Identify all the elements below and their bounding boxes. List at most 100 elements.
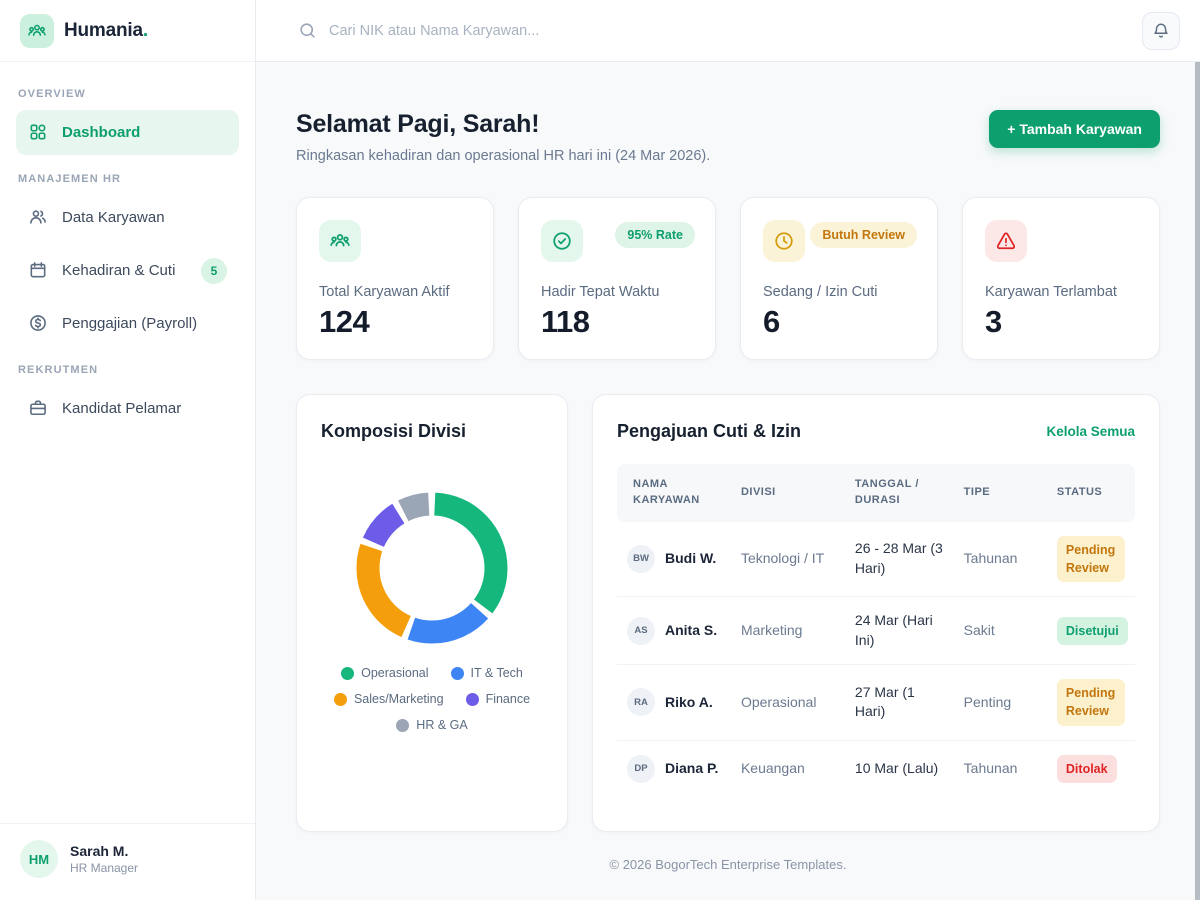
sidebar-item-dashboard[interactable]: Dashboard (16, 110, 239, 155)
bell-icon (1152, 22, 1170, 40)
clock-icon (763, 220, 805, 262)
stat-value: 6 (763, 304, 915, 340)
stat-value: 3 (985, 304, 1137, 340)
page-subtitle: Ringkasan kehadiran dan operasional HR h… (296, 148, 710, 164)
employee-name: Diana P. (665, 759, 718, 779)
search-icon (298, 21, 317, 40)
sidebar-item-label: Penggajian (Payroll) (62, 312, 227, 335)
stat-value: 118 (541, 304, 693, 340)
sidebar-item-data-karyawan[interactable]: Data Karyawan (16, 195, 239, 240)
column-header: TANGGAL / DURASI (845, 464, 954, 522)
table-row: RA Riko A. Operasional 27 Mar (1 Hari) P… (617, 665, 1135, 740)
sidebar-item-label: Kandidat Pelamar (62, 397, 227, 420)
division-cell: Teknologi / IT (731, 522, 845, 597)
table-row: BW Budi W. Teknologi / IT 26 - 28 Mar (3… (617, 522, 1135, 597)
briefcase-icon (28, 398, 49, 419)
nav-section-label: REKRUTMEN (18, 364, 237, 376)
column-header: STATUS (1047, 464, 1135, 522)
legend-item-sales-marketing: Sales/Marketing (334, 692, 444, 706)
type-cell: Penting (954, 665, 1047, 740)
user-name: Sarah M. (70, 843, 138, 859)
employee-name: Budi W. (665, 549, 716, 569)
people-group-icon (319, 220, 361, 262)
add-employee-button[interactable]: + Tambah Karyawan (989, 110, 1160, 148)
sidebar-item-kandidat-pelamar[interactable]: Kandidat Pelamar (16, 386, 239, 431)
brand-name: Humania. (64, 20, 148, 42)
legend-label: Finance (486, 692, 530, 706)
date-duration-cell: 24 Mar (Hari Ini) (845, 597, 954, 665)
brand-logo: Humania. (0, 0, 255, 62)
sidebar-item-kehadiran-cuti[interactable]: Kehadiran & Cuti5 (16, 247, 239, 295)
stat-value: 124 (319, 304, 471, 340)
type-cell: Tahunan (954, 740, 1047, 797)
sidebar: Humania. OVERVIEW Dashboard MANAJEMEN HR … (0, 0, 256, 900)
legend-label: IT & Tech (471, 666, 523, 680)
stat-label: Sedang / Izin Cuti (763, 284, 915, 300)
chart-legend: Operasional IT & Tech Sales/Marketing Finan… (321, 666, 543, 732)
stat-label: Karyawan Terlambat (985, 284, 1137, 300)
sidebar-nav: OVERVIEW Dashboard MANAJEMEN HR Data Kary… (0, 62, 255, 823)
brand-people-icon (20, 14, 54, 48)
legend-item-hr-ga: HR & GA (396, 718, 467, 732)
page-title: Selamat Pagi, Sarah! (296, 110, 710, 139)
sidebar-item-label: Kehadiran & Cuti (62, 259, 188, 282)
stat-card-hadir-tepat-waktu: 95% Rate Hadir Tepat Waktu 118 (518, 197, 716, 360)
employee-avatar: RA (627, 688, 655, 716)
table-row: DP Diana P. Keuangan 10 Mar (Lalu) Tahun… (617, 740, 1135, 797)
division-composition-card: Komposisi Divisi Operasional IT & Tech Sal… (296, 394, 568, 832)
employee-avatar: AS (627, 617, 655, 645)
type-cell: Tahunan (954, 522, 1047, 597)
legend-color-dot (451, 667, 464, 680)
employee-avatar: DP (627, 755, 655, 783)
type-cell: Sakit (954, 597, 1047, 665)
users-icon (28, 207, 49, 228)
check-circle-icon (541, 220, 583, 262)
column-header: TIPE (954, 464, 1047, 522)
notifications-button[interactable] (1142, 12, 1180, 50)
column-header: NAMA KARYAWAN (617, 464, 731, 522)
calendar-icon (28, 260, 49, 281)
sidebar-user[interactable]: HM Sarah M. HR Manager (0, 823, 255, 900)
sidebar-item-label: Dashboard (62, 121, 227, 144)
employee-name: Riko A. (665, 693, 713, 713)
status-badge: Pending Review (1057, 679, 1125, 725)
status-badge: Ditolak (1057, 755, 1117, 783)
date-duration-cell: 26 - 28 Mar (3 Hari) (845, 522, 954, 597)
nav-section-label: OVERVIEW (18, 88, 237, 100)
table-title: Pengajuan Cuti & Izin (617, 421, 801, 442)
manage-all-link[interactable]: Kelola Semua (1046, 424, 1135, 439)
warning-triangle-icon (985, 220, 1027, 262)
legend-item-operasional: Operasional (341, 666, 428, 680)
nav-section-label: MANAJEMEN HR (18, 173, 237, 185)
leave-requests-table: NAMA KARYAWANDIVISITANGGAL / DURASITIPES… (617, 464, 1135, 797)
stats-grid: Total Karyawan Aktif 124 95% Rate Hadir Te… (296, 197, 1160, 360)
stat-badge: 95% Rate (615, 222, 695, 248)
legend-color-dot (334, 693, 347, 706)
dashboard-grid-icon (28, 122, 49, 143)
date-duration-cell: 27 Mar (1 Hari) (845, 665, 954, 740)
legend-label: Operasional (361, 666, 428, 680)
topbar (256, 0, 1200, 62)
status-badge: Pending Review (1057, 536, 1125, 582)
vertical-scrollbar[interactable] (1195, 62, 1200, 900)
stat-badge: Butuh Review (810, 222, 917, 248)
legend-color-dot (466, 693, 479, 706)
stat-card-total-karyawan-aktif: Total Karyawan Aktif 124 (296, 197, 494, 360)
footer-copyright: © 2026 BogorTech Enterprise Templates. (296, 857, 1160, 872)
chart-title: Komposisi Divisi (321, 421, 543, 442)
division-cell: Marketing (731, 597, 845, 665)
division-cell: Operasional (731, 665, 845, 740)
payroll-dollar-icon (28, 313, 49, 334)
legend-color-dot (341, 667, 354, 680)
stat-label: Total Karyawan Aktif (319, 284, 471, 300)
stat-label: Hadir Tepat Waktu (541, 284, 693, 300)
legend-item-it-tech: IT & Tech (451, 666, 523, 680)
status-badge: Disetujui (1057, 617, 1128, 645)
division-cell: Keuangan (731, 740, 845, 797)
table-row: AS Anita S. Marketing 24 Mar (Hari Ini) … (617, 597, 1135, 665)
sidebar-item-penggajian-payroll-[interactable]: Penggajian (Payroll) (16, 301, 239, 346)
employee-avatar: BW (627, 545, 655, 573)
legend-label: Sales/Marketing (354, 692, 444, 706)
stat-card-karyawan-terlambat: Karyawan Terlambat 3 (962, 197, 1160, 360)
search-input[interactable] (329, 23, 1128, 39)
